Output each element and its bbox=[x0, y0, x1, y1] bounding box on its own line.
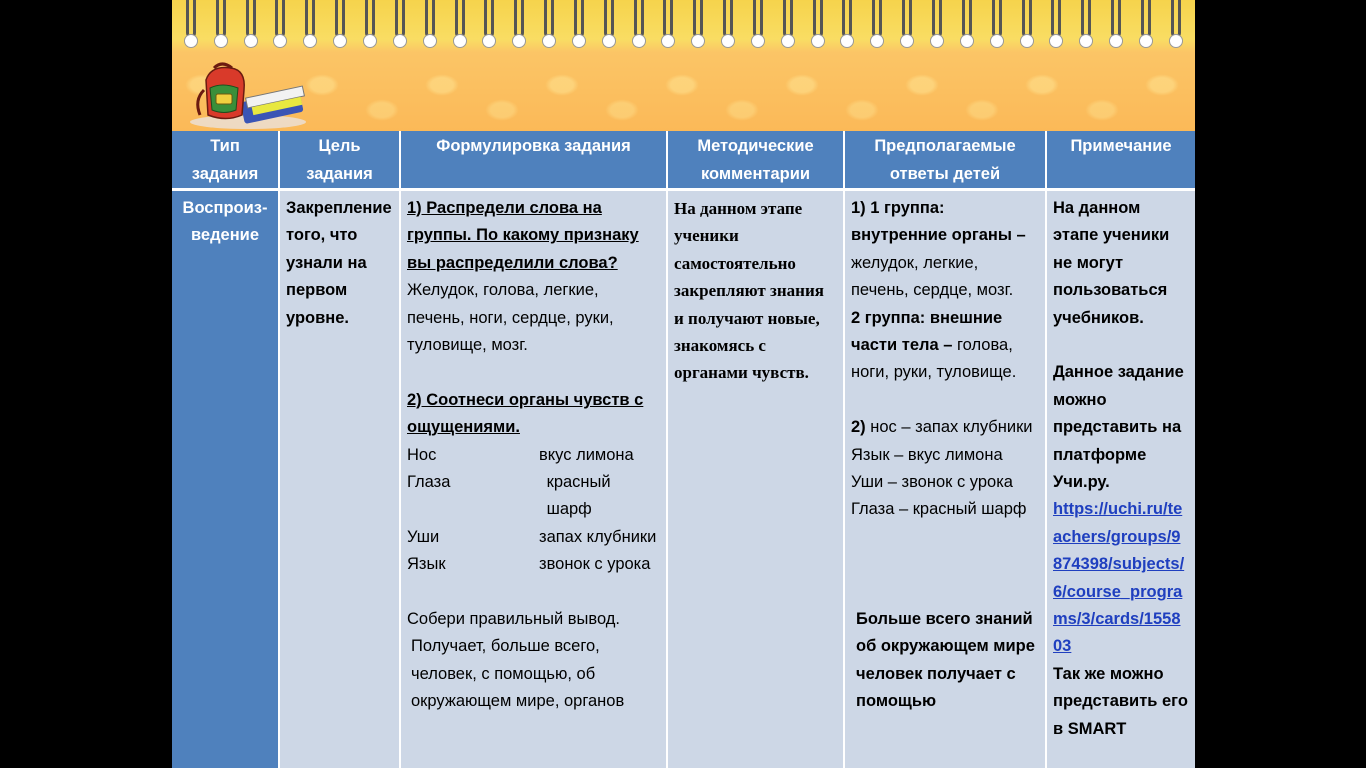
cell-type: Воспроиз-ведение bbox=[172, 189, 280, 768]
spiral-ring-icon bbox=[840, 0, 855, 48]
comments-text: На данном этапе ученики самостоятельно з… bbox=[674, 199, 824, 383]
spiral-ring-icon bbox=[303, 0, 318, 48]
note-text-3: Так же можно представить его в SMART bbox=[1053, 664, 1188, 738]
header-note: Примечание bbox=[1046, 131, 1195, 191]
answer1-text: желудок, легкие, печень, сердце, мозг. bbox=[851, 253, 1014, 300]
spiral-ring-icon bbox=[243, 0, 258, 48]
header-task: Формулировка задания bbox=[400, 131, 668, 191]
spiral-ring-icon bbox=[721, 0, 736, 48]
conclusion-title: Собери правильный вывод. bbox=[407, 610, 621, 629]
answer-conclusion: Больше всего знаний об окружающем мире ч… bbox=[856, 610, 1035, 711]
pair-left: Глаза bbox=[407, 473, 451, 492]
spiral-ring-icon bbox=[273, 0, 288, 48]
uchi-link[interactable]: https://uchi.ru/teachers/groups/9874398/… bbox=[1053, 496, 1189, 660]
pair-right: вкус лимона bbox=[539, 445, 634, 464]
table-header-row: Тип задания Цель задания Формулировка за… bbox=[172, 131, 1195, 191]
spiral-ring-icon bbox=[1049, 0, 1064, 48]
spiral-ring-icon bbox=[691, 0, 706, 48]
cell-goal: Закрепление того, что узнали на первом у… bbox=[279, 189, 401, 768]
spiral-ring-icon bbox=[571, 0, 586, 48]
spiral-ring-icon bbox=[1109, 0, 1124, 48]
header-goal: Цель задания bbox=[279, 131, 401, 191]
spiral-ring-icon bbox=[989, 0, 1004, 48]
task2-title: 2) Соотнеси органы чувств с ощущениями. bbox=[407, 390, 644, 437]
spiral-ring-icon bbox=[930, 0, 945, 48]
spiral-ring-icon bbox=[1168, 0, 1183, 48]
spiral-rings bbox=[172, 0, 1195, 50]
spiral-ring-icon bbox=[422, 0, 437, 48]
pair-left: Язык bbox=[407, 555, 446, 574]
spiral-ring-icon bbox=[870, 0, 885, 48]
header-comments: Методические комментарии bbox=[667, 131, 845, 191]
spiral-ring-icon bbox=[750, 0, 765, 48]
answer-b-head: 2) bbox=[851, 418, 866, 437]
answer1-head: 1) 1 группа: внутренние органы – bbox=[851, 199, 1026, 245]
spiral-ring-icon bbox=[780, 0, 795, 48]
spiral-ring-icon bbox=[1079, 0, 1094, 48]
goal-text: Закрепление того, что узнали на первом у… bbox=[286, 199, 392, 327]
spiral-ring-icon bbox=[512, 0, 527, 48]
pair-row: Глаза красный шарф bbox=[407, 469, 660, 524]
spiral-ring-icon bbox=[900, 0, 915, 48]
spiral-ring-icon bbox=[631, 0, 646, 48]
pair-right: звонок с урока bbox=[539, 555, 651, 574]
spiral-ring-icon bbox=[601, 0, 616, 48]
spiral-ring-icon bbox=[959, 0, 974, 48]
cell-comments: На данном этапе ученики самостоятельно з… bbox=[667, 189, 845, 768]
spiral-ring-icon bbox=[183, 0, 198, 48]
answer-b-line: нос – запах клубники bbox=[870, 418, 1033, 437]
spiral-ring-icon bbox=[333, 0, 348, 48]
spiral-ring-icon bbox=[1019, 0, 1034, 48]
spiral-ring-icon bbox=[661, 0, 676, 48]
pair-right: запах клубники bbox=[539, 527, 657, 546]
conclusion-words: Получает, больше всего, человек, с помощ… bbox=[411, 637, 625, 711]
type-text: Воспроиз-ведение bbox=[182, 199, 268, 245]
cell-task: 1) Распредели слова на группы. По какому… bbox=[400, 189, 668, 768]
answer-b-line: Уши – звонок с урока bbox=[851, 473, 1013, 492]
note-text-1: На данном этапе ученики не могут пользов… bbox=[1053, 199, 1170, 327]
spiral-ring-icon bbox=[452, 0, 467, 48]
task1-title: 1) Распредели слова на группы. По какому… bbox=[407, 199, 639, 272]
table-row: Воспроиз-ведение Закрепление того, что у… bbox=[172, 189, 1195, 768]
pair-left: Нос bbox=[407, 445, 437, 464]
header-answers: Предполагаемые ответы детей bbox=[844, 131, 1047, 191]
lesson-table: Тип задания Цель задания Формулировка за… bbox=[172, 131, 1195, 768]
answer-b-line: Глаза – красный шарф bbox=[851, 500, 1027, 519]
banner-pattern bbox=[172, 50, 1195, 131]
cell-note: На данном этапе ученики не могут пользов… bbox=[1046, 189, 1195, 768]
spiral-ring-icon bbox=[542, 0, 557, 48]
cell-answers: 1) 1 группа: внутренние органы – желудок… bbox=[844, 189, 1047, 768]
header-type: Тип задания bbox=[172, 131, 280, 191]
pair-left: Уши bbox=[407, 527, 440, 546]
spiral-ring-icon bbox=[1138, 0, 1153, 48]
spiral-ring-icon bbox=[810, 0, 825, 48]
slide: Тип задания Цель задания Формулировка за… bbox=[172, 0, 1195, 768]
note-text-2: Данное задание можно представить на плат… bbox=[1053, 363, 1184, 492]
task1-words: Желудок, голова, легкие, печень, ноги, с… bbox=[407, 281, 614, 355]
pair-row: Нос вкус лимона bbox=[407, 442, 660, 469]
spiral-ring-icon bbox=[213, 0, 228, 48]
backpack-books-icon bbox=[190, 62, 306, 129]
spiral-ring-icon bbox=[362, 0, 377, 48]
spiral-ring-icon bbox=[482, 0, 497, 48]
pair-right: красный шарф bbox=[546, 473, 611, 519]
pair-row: Уши запах клубники bbox=[407, 524, 660, 551]
pair-row: Язык звонок с урока bbox=[407, 551, 660, 578]
answer-b-line: Язык – вкус лимона bbox=[851, 445, 1003, 464]
notebook-banner bbox=[172, 0, 1195, 131]
spiral-ring-icon bbox=[392, 0, 407, 48]
